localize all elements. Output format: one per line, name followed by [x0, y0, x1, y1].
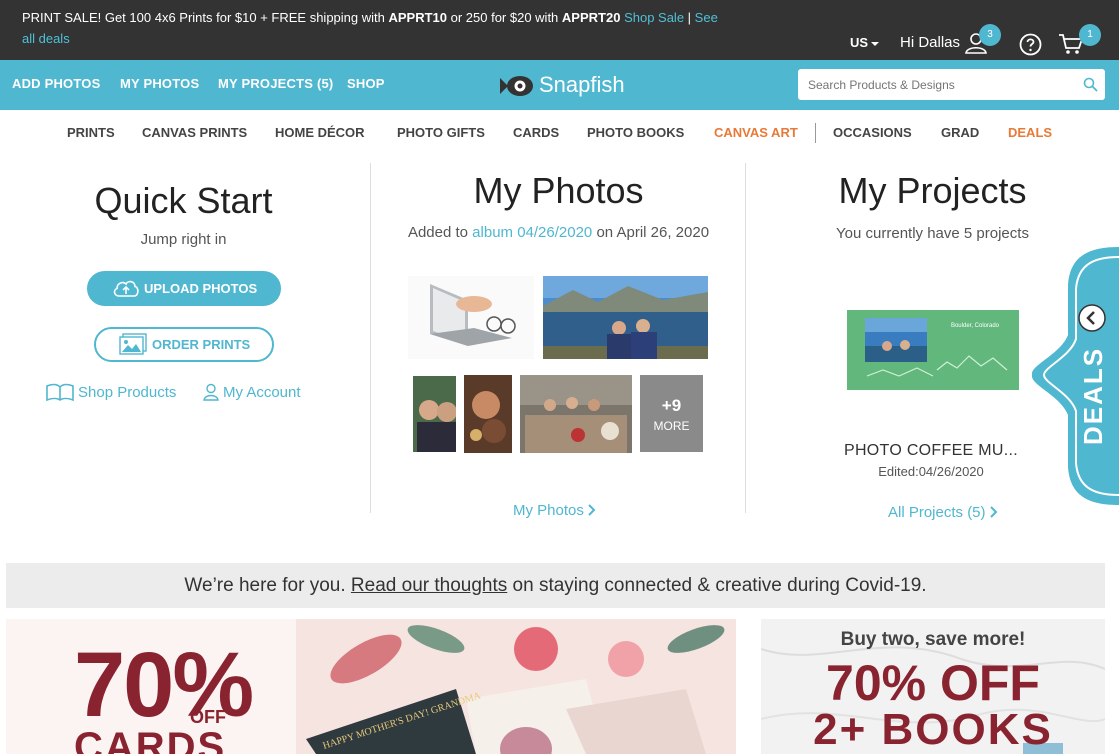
logo-text: Snapfish — [539, 72, 625, 97]
upload-photos-button[interactable]: UPLOAD PHOTOS — [87, 271, 281, 306]
food-photo — [464, 375, 512, 453]
category-occasions[interactable]: OCCASIONS — [833, 125, 912, 140]
chevron-down-icon — [871, 41, 880, 46]
promo-middle: or 250 for $20 with — [447, 10, 562, 25]
user-greeting[interactable]: Hi Dallas — [900, 34, 960, 51]
my-photos-subtitle: Added to album 04/26/2020 on April 26, 2… — [380, 224, 737, 241]
books-headline: Buy two, save more! — [840, 629, 1026, 650]
chevron-right-icon — [989, 506, 998, 518]
lake-photo — [543, 276, 708, 359]
mug-caption: Boulder, Colorado — [951, 323, 1000, 329]
cards-word: CARDS — [74, 725, 227, 754]
category-canvas-art[interactable]: CANVAS ART — [714, 125, 798, 140]
nav-my-photos[interactable]: MY PHOTOS — [120, 76, 199, 91]
photo-thumbnail[interactable] — [464, 375, 512, 453]
group-photo — [520, 375, 632, 453]
all-projects-link[interactable]: All Projects (5) — [888, 504, 998, 521]
country-selector[interactable]: US — [850, 35, 880, 50]
shop-products-link[interactable]: Shop Products — [46, 383, 186, 403]
column-divider — [745, 163, 746, 513]
order-prints-label: ORDER PRINTS — [152, 337, 251, 352]
all-projects-link-label: All Projects (5) — [888, 504, 986, 521]
quick-start-title: Quick Start — [94, 180, 273, 221]
promo-code-1: APPRT10 — [388, 10, 447, 25]
user-icon — [203, 383, 219, 401]
deals-tab-label: DEALS — [1078, 347, 1108, 445]
search-input[interactable] — [808, 75, 1068, 95]
cards-promo-banner[interactable]: HAPPY MOTHER'S DAY! GRANDMA 70% OFF CARD… — [6, 619, 736, 754]
books-promo-banner[interactable]: Buy two, save more! 70% OFF 2+ BOOKS — [761, 619, 1105, 754]
my-photos-link[interactable]: My Photos — [513, 502, 596, 519]
quick-start-subtitle: Jump right in — [140, 231, 227, 248]
chevron-right-icon — [588, 504, 596, 516]
photo-thumbnail[interactable] — [413, 376, 456, 452]
my-account-link[interactable]: My Account — [203, 383, 313, 403]
photo-thumbnail[interactable] — [408, 276, 534, 359]
category-photo-books[interactable]: PHOTO BOOKS — [587, 125, 684, 140]
shop-products-label: Shop Products — [78, 384, 177, 401]
category-photo-gifts[interactable]: PHOTO GIFTS — [397, 125, 485, 140]
nav-shop[interactable]: SHOP — [347, 76, 385, 91]
read-our-thoughts-link[interactable]: Read our thoughts — [351, 575, 507, 596]
my-account-label: My Account — [223, 384, 301, 401]
column-divider — [370, 163, 371, 513]
promo-code-2: APPRT20 — [561, 10, 621, 25]
more-photos-tile[interactable]: +9 MORE — [640, 375, 703, 452]
covid-text-before: We’re here for you. — [184, 575, 351, 596]
chevron-left-icon[interactable] — [1077, 303, 1107, 333]
photo-thumbnail[interactable] — [543, 276, 708, 359]
country-label: US — [850, 35, 869, 50]
my-photos-link-label: My Photos — [513, 502, 584, 519]
open-book-icon — [46, 383, 74, 401]
nav-my-projects[interactable]: MY PROJECTS (5) — [218, 76, 333, 91]
cloud-upload-icon — [113, 280, 139, 297]
upload-photos-label: UPLOAD PHOTOS — [144, 281, 258, 296]
deals-side-tab[interactable]: DEALS — [1030, 245, 1119, 507]
covid-text-after: on staying connected & creative during C… — [507, 575, 927, 596]
books-word: 2+ BOOKS — [813, 705, 1053, 754]
category-prints[interactable]: PRINTS — [67, 125, 115, 140]
my-photos-title: My Photos — [473, 170, 644, 211]
photo-icon — [119, 333, 147, 355]
category-home-decor[interactable]: HOME DÉCOR — [275, 125, 365, 140]
help-icon[interactable] — [1019, 33, 1042, 56]
order-prints-button[interactable]: ORDER PRINTS — [94, 327, 274, 362]
search-icon[interactable] — [1083, 77, 1098, 92]
laptop-photo — [430, 284, 516, 346]
added-to-text: Added to — [407, 224, 473, 241]
category-deals[interactable]: DEALS — [1008, 125, 1052, 140]
category-cards[interactable]: CARDS — [513, 125, 559, 140]
promo-message: PRINT SALE! Get 100 4x6 Prints for $10 +… — [22, 7, 722, 49]
my-projects-title: My Projects — [838, 170, 1027, 211]
promo-bar: PRINT SALE! Get 100 4x6 Prints for $10 +… — [0, 0, 1119, 60]
nav-add-photos[interactable]: ADD PHOTOS — [12, 76, 100, 91]
category-divider — [815, 123, 816, 143]
selfie-photo — [413, 376, 456, 452]
project-name[interactable]: PHOTO COFFEE MU... — [835, 442, 1027, 460]
mug-design-preview: Boulder, Colorado — [847, 310, 1019, 390]
more-photos-count: +9 — [661, 396, 682, 415]
cart-count-badge: 1 — [1079, 24, 1101, 46]
search-box — [798, 69, 1105, 100]
main-nav: ADD PHOTOS MY PHOTOS MY PROJECTS (5) SHO… — [0, 60, 1119, 110]
fish-logo-icon — [500, 76, 533, 96]
covid-banner: We’re here for you. Read our thoughts on… — [6, 563, 1105, 608]
books-discount: 70% OFF — [826, 655, 1040, 711]
album-link[interactable]: album 04/26/2020 — [472, 224, 592, 241]
deals-tab-shape: DEALS — [1031, 247, 1119, 505]
shop-sale-link[interactable]: Shop Sale — [624, 10, 684, 25]
more-photos-label: MORE — [653, 419, 690, 433]
photo-thumbnail[interactable] — [520, 375, 632, 453]
project-thumbnail[interactable]: Boulder, Colorado — [847, 310, 1019, 390]
category-nav: PRINTS CANVAS PRINTS HOME DÉCOR PHOTO GI… — [0, 110, 1119, 156]
promo-prefix: PRINT SALE! Get 100 4x6 Prints for $10 +… — [22, 10, 389, 25]
album-date-text: on April 26, 2020 — [592, 224, 710, 241]
project-date: Edited:04/26/2020 — [878, 464, 984, 479]
category-canvas-prints[interactable]: CANVAS PRINTS — [142, 125, 247, 140]
notification-badge: 3 — [979, 24, 1001, 46]
my-projects-subtitle: You currently have 5 projects — [836, 225, 1029, 242]
promo-separator: | — [684, 10, 695, 25]
category-grad[interactable]: GRAD — [941, 125, 979, 140]
